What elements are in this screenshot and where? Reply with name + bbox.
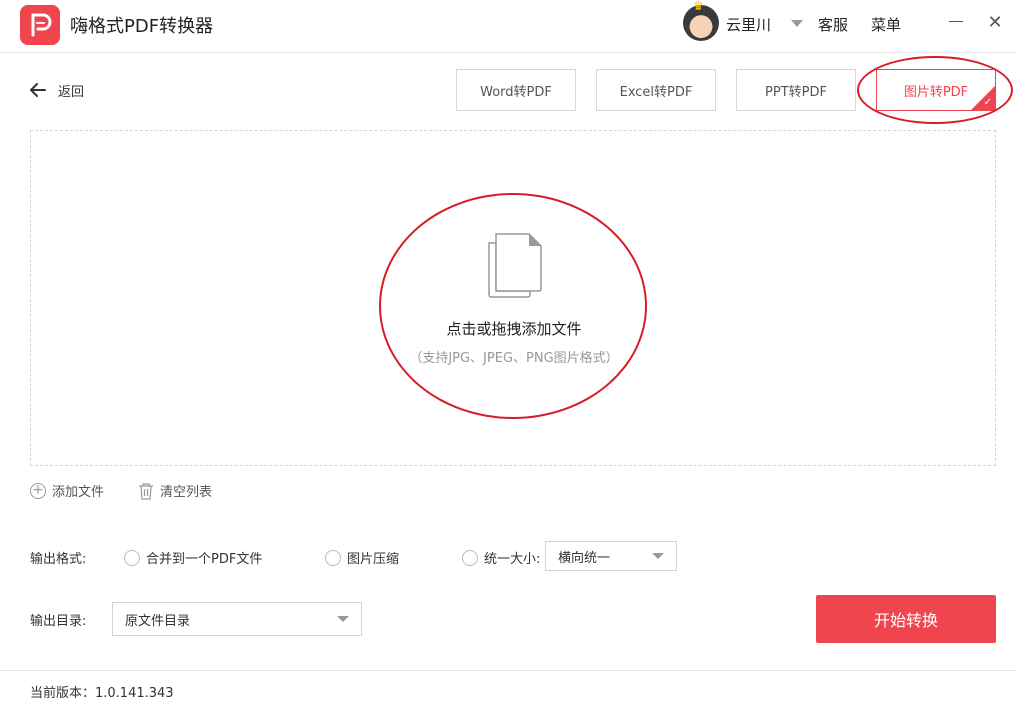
back-label: 返回	[58, 84, 85, 100]
username[interactable]: 云里川	[726, 14, 771, 35]
output-dir-value: 原文件目录	[125, 613, 191, 629]
radio-image-compress-label: 图片压缩	[347, 552, 400, 567]
minimize-icon[interactable]	[949, 21, 963, 22]
tab-excel-to-pdf[interactable]: Excel转PDF	[596, 69, 716, 111]
uniform-size-select-value: 横向统一	[558, 550, 611, 566]
add-file-label: 添加文件	[52, 485, 105, 500]
crown-icon: ♛	[693, 0, 704, 13]
menu-button[interactable]: 菜单	[871, 14, 901, 35]
back-button[interactable]: 返回	[28, 80, 84, 100]
trash-icon	[139, 482, 154, 500]
radio-merge-pdf[interactable]: 合并到一个PDF文件	[124, 548, 262, 567]
radio-button[interactable]	[325, 549, 341, 566]
radio-button[interactable]	[124, 549, 140, 566]
title-bar: 嗨格式PDF转换器 ♛ 云里川 客服 菜单 ✕	[0, 0, 1017, 53]
dropzone-subtitle: （支持JPG、JPEG、PNG图片格式）	[409, 351, 619, 366]
tab-word-to-pdf[interactable]: Word转PDF	[456, 69, 576, 111]
footer: 当前版本：1.0.141.343	[0, 670, 1017, 707]
tab-ppt-to-pdf[interactable]: PPT转PDF	[736, 69, 856, 111]
start-convert-button[interactable]: 开始转换	[816, 595, 996, 643]
version-text: 当前版本：1.0.141.343	[30, 686, 174, 701]
output-dir-label: 输出目录:	[30, 614, 87, 629]
list-actions: + 添加文件 清空列表	[30, 481, 246, 500]
clear-list-label: 清空列表	[160, 485, 213, 500]
radio-uniform-size-label: 统一大小:	[484, 552, 541, 567]
add-file-button[interactable]: + 添加文件	[30, 481, 104, 500]
arrow-left-icon	[30, 83, 46, 97]
output-dir-select[interactable]: 原文件目录	[112, 602, 362, 636]
annotation-ring-dropzone	[379, 193, 647, 419]
radio-uniform-size[interactable]: 统一大小:	[462, 548, 540, 567]
radio-merge-pdf-label: 合并到一个PDF文件	[146, 552, 263, 567]
dropzone-title: 点击或拖拽添加文件	[446, 320, 582, 338]
output-format-label: 输出格式:	[30, 552, 87, 567]
tab-image-to-pdf-label: 图片转PDF	[903, 84, 969, 100]
document-icon	[488, 233, 542, 298]
radio-button[interactable]	[462, 549, 478, 566]
file-drop-zone[interactable]: 点击或拖拽添加文件 （支持JPG、JPEG、PNG图片格式）	[30, 130, 996, 466]
plus-circle-icon: +	[30, 482, 46, 499]
clear-list-button[interactable]: 清空列表	[138, 481, 212, 500]
chevron-down-icon	[337, 616, 349, 622]
uniform-size-select[interactable]: 横向统一	[545, 541, 677, 571]
app-title: 嗨格式PDF转换器	[70, 16, 214, 37]
checkmark-icon: ✓	[983, 97, 992, 108]
chevron-down-icon	[652, 553, 664, 559]
user-dropdown-caret-icon[interactable]	[791, 20, 803, 27]
app-logo-icon	[20, 5, 60, 45]
close-icon[interactable]: ✕	[985, 13, 1005, 33]
tab-image-to-pdf[interactable]: 图片转PDF ✓	[876, 69, 996, 111]
customer-service-button[interactable]: 客服	[818, 14, 848, 35]
radio-image-compress[interactable]: 图片压缩	[325, 548, 399, 567]
